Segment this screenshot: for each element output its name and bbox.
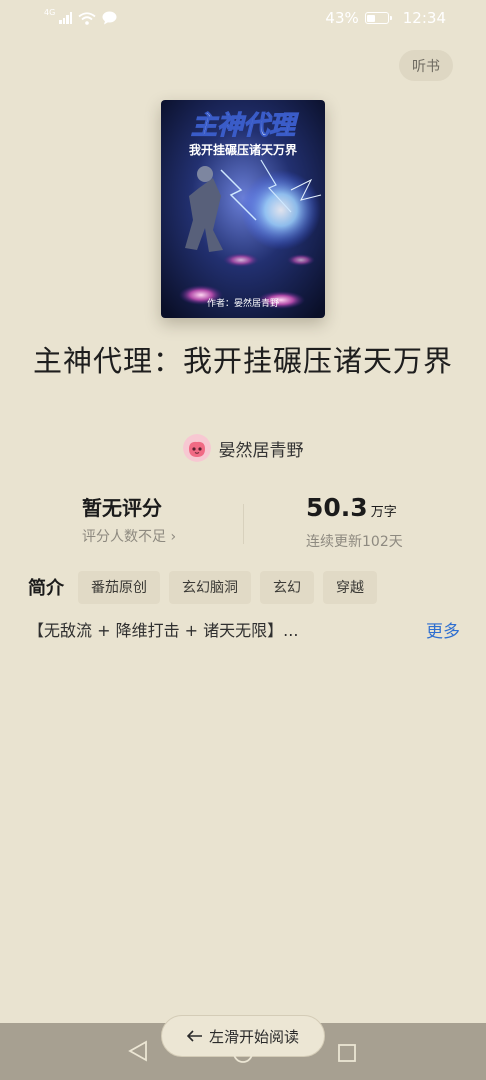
rating-block[interactable]: 暂无评分 评分人数不足 › [82,494,176,546]
listen-button[interactable]: 听书 [399,50,453,81]
intro-tags-row: 简介 番茄原创 玄幻脑洞 玄幻 穿越 [28,570,468,604]
wordcount-row: 50.3 万字 [306,494,403,527]
wifi-icon [78,11,96,25]
rating-sub: 评分人数不足 › [82,529,177,545]
battery-percent: 43% [325,9,359,27]
network-type: 4G [44,7,56,17]
cover-title: 主神代理 [191,111,299,141]
intro-description-row[interactable]: 【无敌流 + 降维打击 + 诸天无限】... 更多 [28,615,460,643]
author-row[interactable]: 晏然居青野 [0,434,486,462]
tag-chip[interactable]: 玄幻 [260,570,314,604]
nav-recent-icon[interactable] [337,1043,357,1063]
status-left: 4G [44,7,117,25]
chat-notification-icon [102,11,117,25]
book-cover[interactable]: 主神代理 我开挂碾压诸天万界 作者：晏然居青野 [161,100,325,318]
status-right: 43% 12:34 [325,9,446,27]
arrow-left-icon [186,1030,202,1042]
nav-home-icon[interactable] [232,1042,254,1064]
book-title: 主神代理：我开挂碾压诸天万界 [32,344,453,378]
tag-chip[interactable]: 玄幻脑洞 [169,570,251,604]
more-link[interactable]: 更多 [426,617,460,642]
clock: 12:34 [402,9,446,27]
intro-label: 简介 [28,578,64,599]
book-stats: 暂无评分 评分人数不足 › 50.3 万字 连续更新102天 [0,494,486,554]
cell-signal-icon [59,12,73,24]
word-unit: 万字 [370,505,397,520]
author-avatar-icon [182,434,211,462]
tag-chip[interactable]: 穿越 [323,570,377,604]
cover-subtitle: 我开挂碾压诸天万界 [189,142,297,157]
wordcount-block: 50.3 万字 连续更新102天 [306,494,403,551]
stats-divider [243,504,244,544]
tag-chip[interactable]: 番茄原创 [78,570,160,604]
nav-back-icon[interactable] [128,1040,148,1062]
cover-author: 作者：晏然居青野 [207,297,279,309]
intro-text: 【无敌流 + 降维打击 + 诸天无限】... [28,621,299,640]
status-bar: 4G 43% 12:34 [0,0,486,36]
battery-icon [364,12,392,24]
rating-value: 暂无评分 [82,496,162,520]
update-status: 连续更新102天 [306,534,403,550]
author-name: 晏然居青野 [218,440,304,461]
word-count: 50.3 [306,493,368,522]
